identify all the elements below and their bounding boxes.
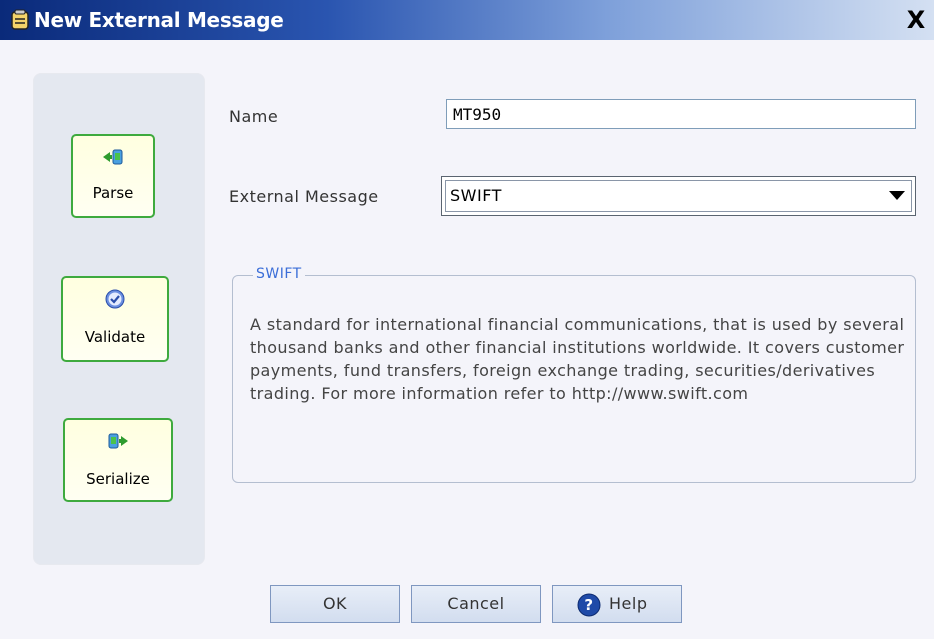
title-bar: New External Message X: [0, 0, 934, 40]
serialize-button[interactable]: Serialize: [63, 418, 173, 502]
name-input[interactable]: [446, 99, 916, 129]
description-text: A standard for international financial c…: [250, 315, 905, 403]
parse-button[interactable]: Parse: [71, 134, 155, 218]
external-message-value: SWIFT: [450, 186, 502, 205]
select-inner-frame: [445, 180, 912, 212]
help-button[interactable]: ? Help: [552, 585, 682, 623]
svg-text:?: ?: [584, 596, 593, 614]
cancel-button[interactable]: Cancel: [411, 585, 541, 623]
app-icon: [11, 9, 29, 30]
name-label: Name: [229, 107, 279, 126]
parse-icon: [103, 149, 123, 165]
action-sidebar: Parse Validate Serialize: [33, 73, 205, 565]
help-icon: ?: [577, 593, 601, 617]
parse-label: Parse: [92, 184, 134, 202]
validate-button[interactable]: Validate: [61, 276, 169, 362]
validate-check-icon: [105, 289, 125, 309]
close-button[interactable]: X: [902, 7, 930, 33]
external-message-select[interactable]: SWIFT: [441, 176, 916, 216]
external-message-label: External Message: [229, 187, 379, 206]
validate-label: Validate: [84, 328, 146, 346]
window-title: New External Message: [34, 8, 284, 32]
serialize-label: Serialize: [86, 470, 150, 488]
dropdown-arrow-icon[interactable]: [889, 191, 905, 200]
group-legend: SWIFT: [253, 266, 305, 282]
serialize-icon: [108, 433, 128, 449]
help-label: Help: [609, 594, 648, 613]
ok-button[interactable]: OK: [270, 585, 400, 623]
